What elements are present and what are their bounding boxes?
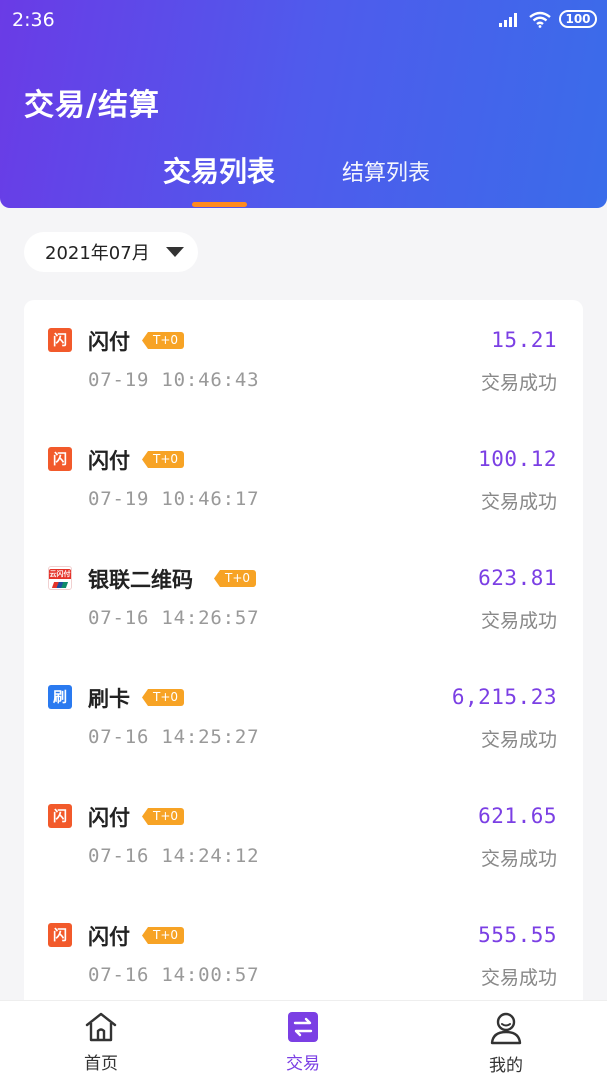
settlement-badge: T+0	[214, 570, 257, 587]
transaction-amount: 621.65	[478, 804, 557, 828]
transaction-name: 闪付	[88, 806, 130, 830]
wifi-icon	[529, 11, 551, 28]
transaction-time: 07-19 10:46:43	[88, 369, 260, 391]
transaction-name: 银联二维码	[88, 568, 193, 592]
home-icon	[85, 1012, 117, 1042]
transaction-amount: 555.55	[478, 923, 557, 947]
tab-transaction-list[interactable]: 交易列表	[163, 150, 275, 190]
profile-icon	[490, 1012, 522, 1045]
transaction-time: 07-16 14:25:27	[88, 726, 260, 748]
transaction-row[interactable]: 闪 闪付 T+0 555.55 07-16 14:00:57 交易成功	[24, 895, 583, 1014]
status-icons: 100	[499, 10, 597, 28]
flash-icon: 闪	[48, 447, 72, 471]
header: 2:36 100 交易/结算 交易列表 结算列表	[0, 0, 607, 208]
status-bar: 2:36 100	[0, 0, 607, 42]
tab-indicator	[192, 202, 247, 207]
transaction-name: 刷卡	[88, 687, 130, 711]
month-label: 2021年07月	[45, 243, 150, 264]
transaction-time: 07-16 14:24:12	[88, 845, 260, 867]
settlement-badge: T+0	[142, 451, 185, 468]
transaction-time: 07-16 14:26:57	[88, 607, 260, 629]
transaction-status: 交易成功	[480, 729, 557, 751]
transaction-row[interactable]: 刷 刷卡 T+0 6,215.23 07-16 14:25:27 交易成功	[24, 657, 583, 776]
dropdown-arrow-icon	[166, 247, 184, 257]
status-time: 2:36	[12, 9, 55, 31]
flash-icon: 闪	[48, 923, 72, 947]
transaction-list: 闪 闪付 T+0 15.21 07-19 10:46:43 交易成功 闪 闪付 …	[24, 300, 583, 1060]
transaction-name: 闪付	[88, 925, 130, 949]
transaction-status: 交易成功	[480, 491, 557, 513]
settlement-badge: T+0	[142, 332, 185, 349]
unionpay-icon-label: 云闪付	[49, 568, 71, 579]
nav-profile[interactable]: 我的	[446, 1001, 566, 1080]
nav-home-label: 首页	[84, 1054, 118, 1074]
flash-icon: 闪	[48, 328, 72, 352]
transaction-name: 闪付	[88, 330, 130, 354]
transaction-amount: 623.81	[478, 566, 557, 590]
transaction-status: 交易成功	[480, 967, 557, 989]
transaction-amount: 15.21	[491, 328, 557, 352]
tab-settlement-list[interactable]: 结算列表	[342, 155, 430, 187]
month-picker[interactable]: 2021年07月	[24, 232, 198, 272]
transaction-status: 交易成功	[480, 372, 557, 394]
unionpay-icon: 云闪付	[48, 566, 72, 590]
bottom-nav: 首页 交易 我的	[0, 1000, 607, 1080]
unionpay-logo-stripes	[51, 581, 69, 588]
transaction-row[interactable]: 闪 闪付 T+0 621.65 07-16 14:24:12 交易成功	[24, 776, 583, 895]
nav-transactions[interactable]: 交易	[243, 1001, 363, 1080]
card-icon: 刷	[48, 685, 72, 709]
transaction-time: 07-19 10:46:17	[88, 488, 260, 510]
transaction-row[interactable]: 闪 闪付 T+0 15.21 07-19 10:46:43 交易成功	[24, 300, 583, 419]
flash-icon: 闪	[48, 804, 72, 828]
transaction-amount: 100.12	[478, 447, 557, 471]
transaction-name: 闪付	[88, 449, 130, 473]
page-title: 交易/结算	[24, 88, 160, 123]
settlement-badge: T+0	[142, 689, 185, 706]
transaction-amount: 6,215.23	[451, 685, 557, 709]
nav-home[interactable]: 首页	[41, 1001, 161, 1080]
settlement-badge: T+0	[142, 927, 185, 944]
transaction-status: 交易成功	[480, 848, 557, 870]
transaction-time: 07-16 14:00:57	[88, 964, 260, 986]
settlement-badge: T+0	[142, 808, 185, 825]
transaction-row[interactable]: 云闪付 银联二维码 T+0 623.81 07-16 14:26:57 交易成功	[24, 538, 583, 657]
battery-icon: 100	[559, 10, 597, 28]
signal-icon	[499, 13, 517, 27]
nav-profile-label: 我的	[489, 1056, 523, 1076]
transaction-status: 交易成功	[480, 610, 557, 632]
transaction-row[interactable]: 闪 闪付 T+0 100.12 07-19 10:46:17 交易成功	[24, 419, 583, 538]
nav-transactions-label: 交易	[286, 1054, 320, 1074]
exchange-icon	[288, 1012, 318, 1042]
